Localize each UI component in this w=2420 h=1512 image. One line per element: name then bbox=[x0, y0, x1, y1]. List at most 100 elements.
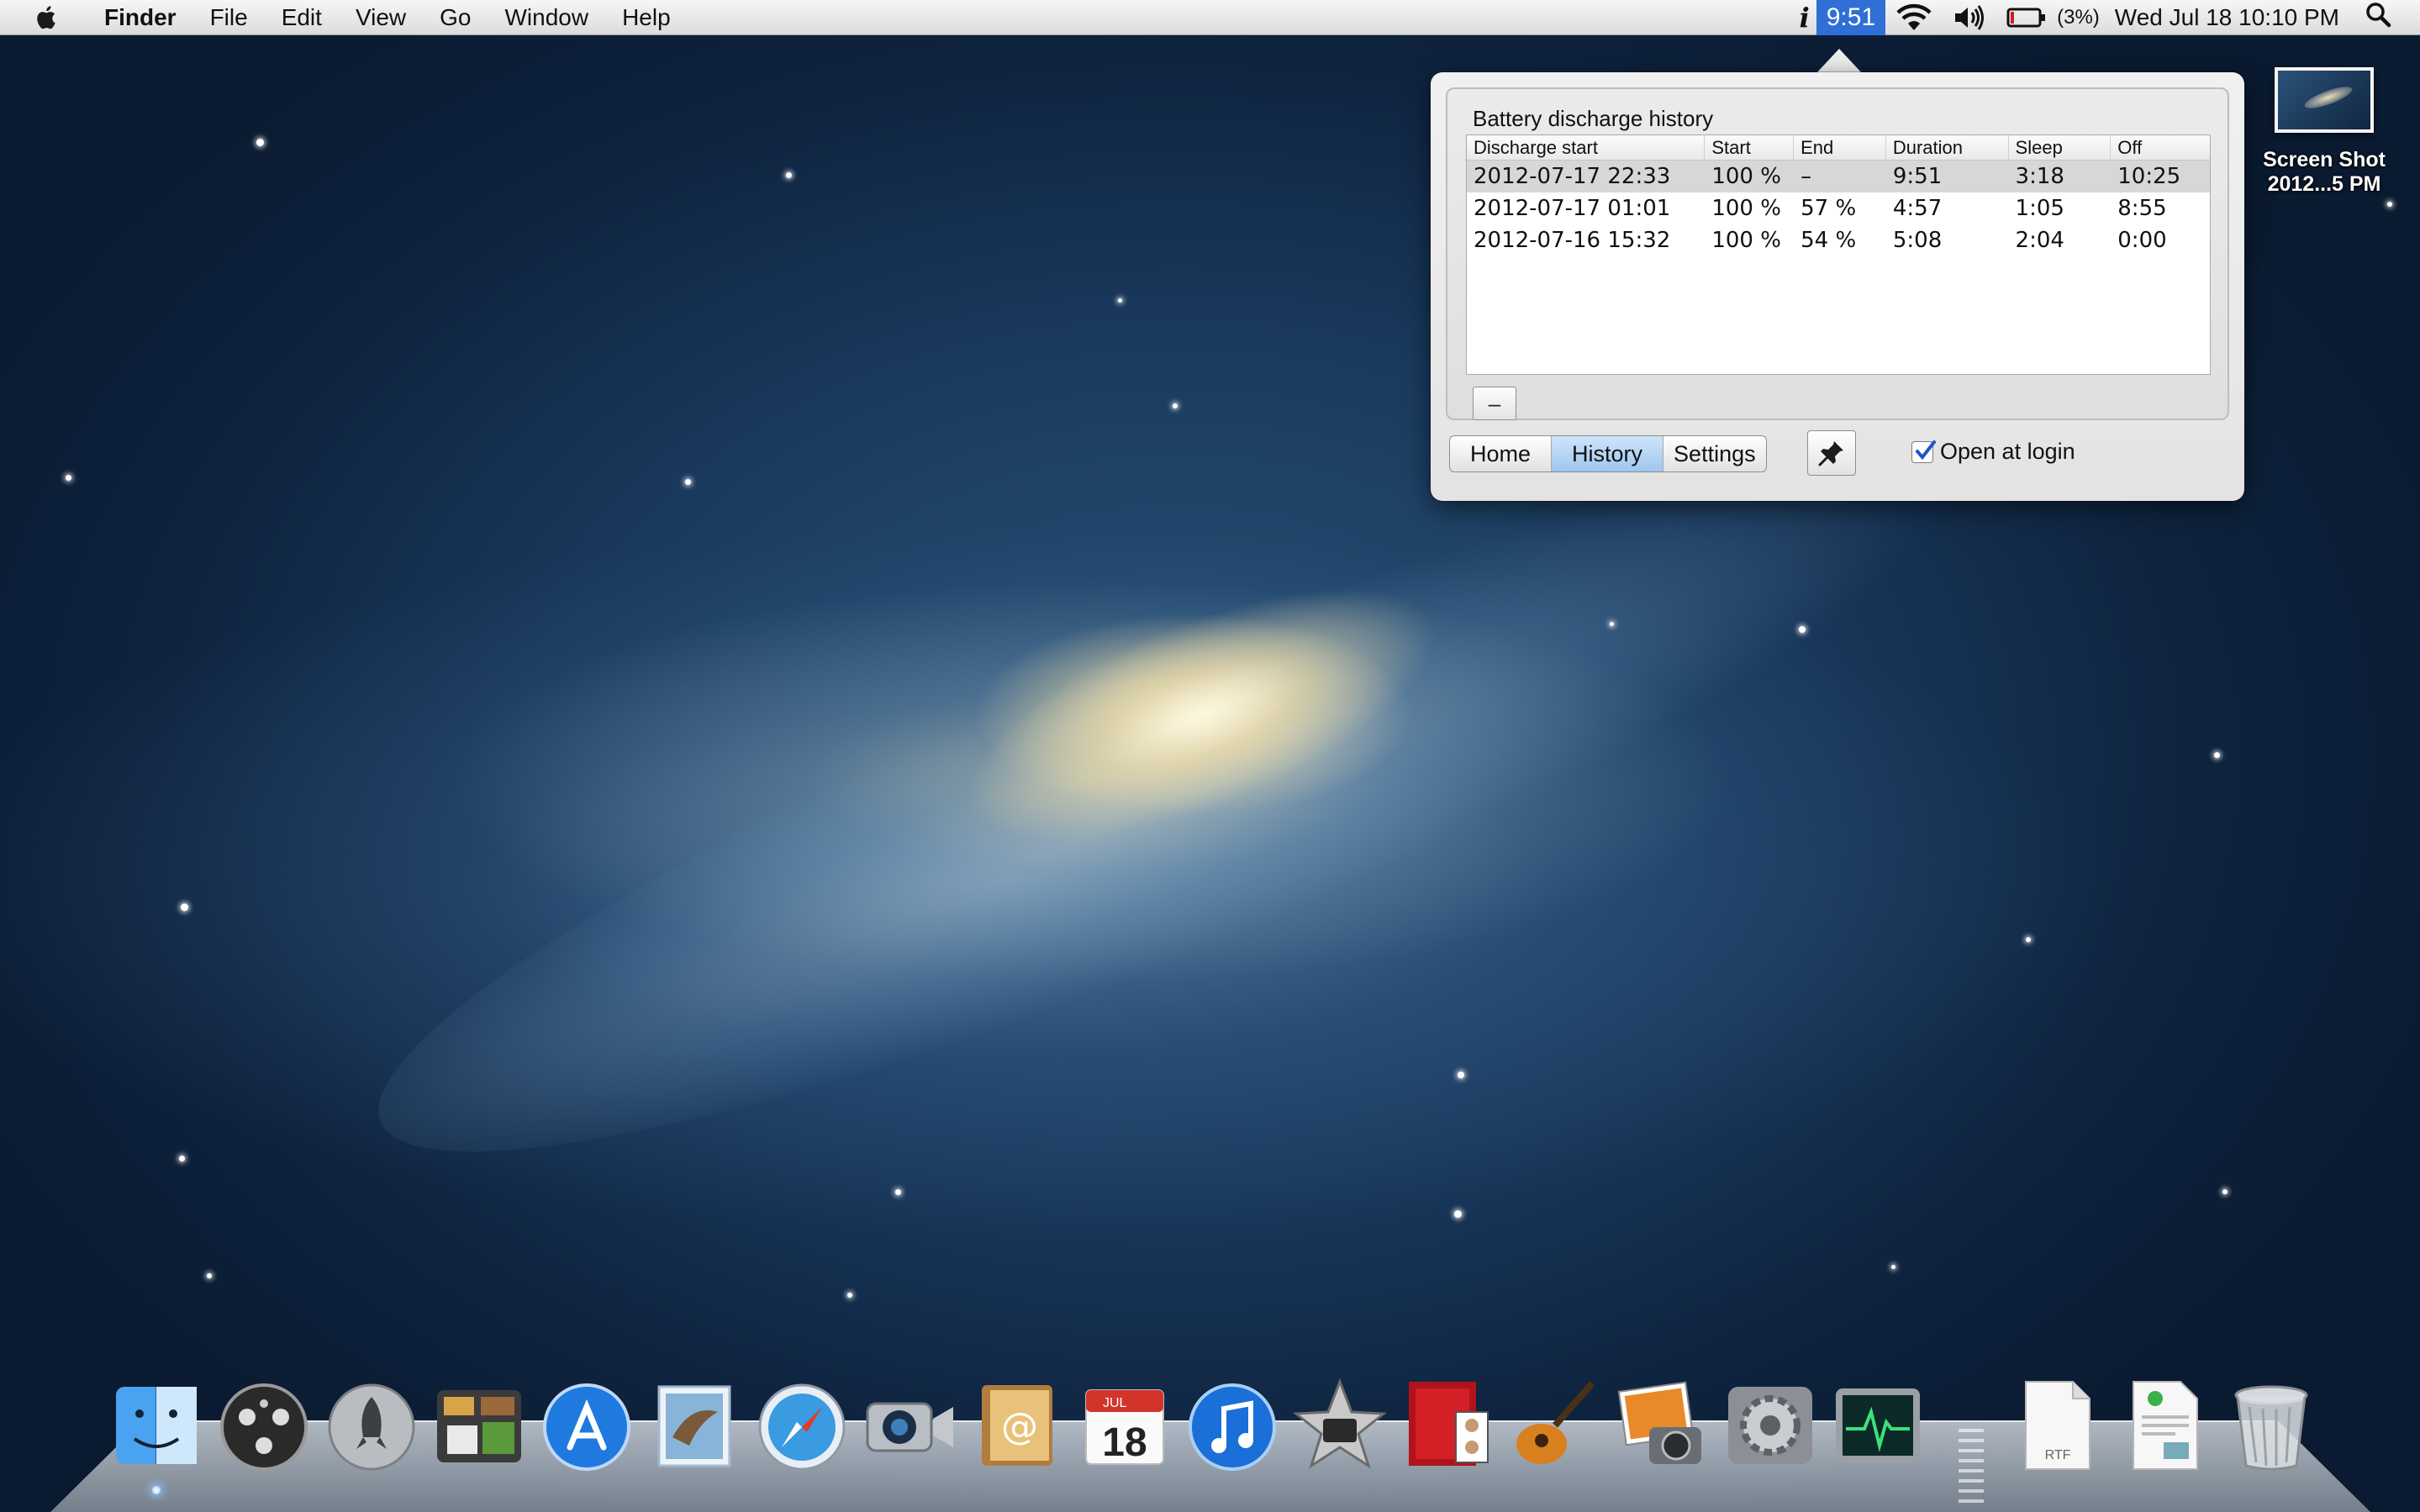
cell-discharge-start: 2012-07-17 01:01 bbox=[1474, 196, 1671, 221]
table-header: Discharge start Start End Duration Sleep… bbox=[1467, 135, 2210, 161]
cell-discharge-start: 2012-07-16 15:32 bbox=[1474, 228, 1671, 253]
finder-icon[interactable] bbox=[109, 1378, 203, 1472]
battery-popover: Battery discharge history Discharge star… bbox=[1431, 72, 2244, 501]
app-menu-finder[interactable]: Finder bbox=[87, 0, 193, 34]
activity-monitor-icon[interactable] bbox=[1831, 1378, 1925, 1472]
calendar-icon[interactable]: JUL 18 bbox=[1078, 1378, 1172, 1472]
wifi-icon[interactable] bbox=[1895, 3, 1932, 32]
launchpad-icon[interactable] bbox=[324, 1378, 419, 1472]
running-indicator bbox=[152, 1486, 161, 1494]
star bbox=[1799, 626, 1806, 633]
cell-discharge-start: 2012-07-17 22:33 bbox=[1474, 164, 1671, 189]
panel-title: Battery discharge history bbox=[1473, 106, 1714, 131]
star bbox=[2387, 202, 2392, 207]
cell-end: 57 % bbox=[1801, 196, 1857, 221]
mission-control-icon[interactable] bbox=[432, 1378, 526, 1472]
star bbox=[1173, 403, 1178, 408]
battery-icon[interactable] bbox=[2006, 7, 2047, 29]
star bbox=[2026, 937, 2031, 942]
star bbox=[895, 1189, 901, 1195]
tab-settings[interactable]: Settings bbox=[1663, 436, 1766, 472]
desktop-screenshot-file[interactable]: Screen Shot 2012...5 PM bbox=[2261, 67, 2387, 197]
calendar-month: JUL bbox=[1103, 1396, 1127, 1410]
star bbox=[1891, 1265, 1895, 1269]
menu-help[interactable]: Help bbox=[605, 0, 688, 34]
cell-start: 100 % bbox=[1711, 196, 1781, 221]
table-row[interactable]: 2012-07-17 22:33 100 % – 9:51 3:18 10:25 bbox=[1467, 161, 2210, 192]
cell-sleep: 3:18 bbox=[2015, 164, 2064, 189]
column-end[interactable]: End bbox=[1794, 135, 1886, 160]
table-row[interactable]: 2012-07-17 01:01 100 % 57 % 4:57 1:05 8:… bbox=[1467, 192, 2210, 224]
dashboard-icon[interactable] bbox=[217, 1378, 311, 1472]
table-row[interactable]: 2012-07-16 15:32 100 % 54 % 5:08 2:04 0:… bbox=[1467, 224, 2210, 256]
cell-sleep: 1:05 bbox=[2015, 196, 2064, 221]
spotlight-search-icon[interactable] bbox=[2365, 1, 2391, 34]
checkbox-box[interactable] bbox=[1911, 440, 1936, 463]
menu-window[interactable]: Window bbox=[488, 0, 605, 34]
remove-entry-button[interactable]: – bbox=[1473, 387, 1516, 420]
column-discharge-start[interactable]: Discharge start bbox=[1467, 135, 1706, 160]
view-segmented-control: Home History Settings bbox=[1449, 435, 1767, 472]
pin-button[interactable] bbox=[1807, 430, 1856, 476]
imovie-icon[interactable] bbox=[1293, 1378, 1387, 1472]
system-preferences-icon[interactable] bbox=[1723, 1378, 1817, 1472]
garageband-icon[interactable] bbox=[1508, 1378, 1602, 1472]
photo-booth-icon[interactable] bbox=[1400, 1378, 1495, 1472]
star bbox=[256, 139, 264, 146]
file-label-line1: Screen Shot bbox=[2263, 148, 2386, 171]
menu-view[interactable]: View bbox=[339, 0, 423, 34]
cell-end: – bbox=[1801, 164, 1812, 189]
rtf-label: RTF bbox=[2045, 1448, 2071, 1462]
mail-icon[interactable] bbox=[647, 1378, 741, 1472]
apple-menu-icon[interactable] bbox=[32, 3, 62, 33]
cell-off: 10:25 bbox=[2117, 164, 2181, 189]
screenshot-thumbnail[interactable] bbox=[2275, 67, 2374, 133]
file-label-line2: 2012...5 PM bbox=[2267, 172, 2381, 196]
cell-duration: 5:08 bbox=[1892, 228, 1943, 253]
file-label: Screen Shot 2012...5 PM bbox=[2261, 148, 2387, 197]
tab-history[interactable]: History bbox=[1552, 436, 1664, 472]
column-duration[interactable]: Duration bbox=[1886, 135, 2009, 160]
star bbox=[2214, 752, 2220, 758]
tab-home[interactable]: Home bbox=[1450, 436, 1553, 472]
open-at-login-label: Open at login bbox=[1940, 439, 2075, 464]
star bbox=[1118, 298, 1122, 303]
safari-icon[interactable] bbox=[755, 1378, 849, 1472]
menu-edit[interactable]: Edit bbox=[265, 0, 339, 34]
pin-icon bbox=[1818, 441, 1843, 466]
volume-icon[interactable] bbox=[1953, 4, 1986, 31]
star bbox=[2222, 1189, 2228, 1194]
star bbox=[847, 1293, 852, 1298]
star bbox=[1610, 622, 1614, 626]
column-off[interactable]: Off bbox=[2111, 135, 2210, 160]
star bbox=[685, 479, 691, 485]
battery-time-status[interactable]: 9:51 bbox=[1816, 0, 1886, 35]
cell-off: 8:55 bbox=[2117, 196, 2167, 221]
rtf-document-icon[interactable]: RTF bbox=[2009, 1378, 2103, 1472]
app-store-icon[interactable] bbox=[540, 1378, 634, 1472]
star bbox=[179, 1156, 185, 1162]
document-icon[interactable] bbox=[2117, 1378, 2211, 1472]
calendar-day: 18 bbox=[1102, 1420, 1147, 1465]
star bbox=[1454, 1210, 1462, 1218]
info-status-icon[interactable]: i bbox=[1793, 2, 1816, 34]
history-table[interactable]: Discharge start Start End Duration Sleep… bbox=[1466, 134, 2211, 375]
star bbox=[786, 172, 792, 178]
dock-separator bbox=[1959, 1429, 1984, 1509]
trash-icon[interactable] bbox=[2224, 1378, 2318, 1472]
menu-go[interactable]: Go bbox=[423, 0, 488, 34]
popover-arrow bbox=[1816, 49, 1863, 74]
cell-duration: 4:57 bbox=[1892, 196, 1943, 221]
open-at-login-checkbox[interactable]: Open at login bbox=[1911, 439, 2075, 465]
menubar-clock[interactable]: Wed Jul 18 10:10 PM bbox=[2115, 4, 2339, 31]
star bbox=[207, 1273, 212, 1278]
column-start[interactable]: Start bbox=[1705, 135, 1795, 160]
cell-off: 0:00 bbox=[2117, 228, 2167, 253]
column-sleep[interactable]: Sleep bbox=[2009, 135, 2112, 160]
facetime-icon[interactable] bbox=[862, 1378, 957, 1472]
contacts-icon[interactable]: @ bbox=[970, 1378, 1064, 1472]
menu-file[interactable]: File bbox=[193, 0, 265, 34]
iphoto-icon[interactable] bbox=[1616, 1378, 1710, 1472]
itunes-icon[interactable] bbox=[1185, 1378, 1279, 1472]
cell-start: 100 % bbox=[1711, 228, 1781, 253]
